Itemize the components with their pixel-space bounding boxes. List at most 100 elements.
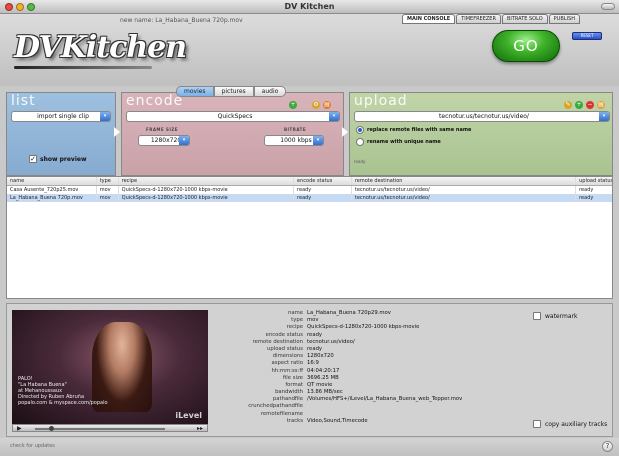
column-header-upload-status[interactable]: upload status: [576, 177, 612, 185]
go-button[interactable]: GO: [492, 30, 560, 62]
bitrate-value: 1000 kbps: [280, 137, 312, 144]
scrubber-handle[interactable]: [49, 426, 54, 431]
replace-files-radio[interactable]: [356, 126, 364, 134]
list-panel-title: list: [11, 93, 36, 109]
info-row: upload status ready: [237, 346, 537, 353]
scrubber-track[interactable]: [35, 428, 165, 430]
info-value: /Volumes/HFS+/iLevel/La_Habana_Buena_web…: [307, 396, 463, 403]
upload-destination-value: tecnotur.us/tecnotur.us/video/: [439, 113, 529, 120]
upload-panel-title: upload: [354, 93, 408, 109]
main-tabs: MAIN CONSOLE TIMEFREEZER BITRATE SOLO PU…: [402, 14, 580, 24]
info-row: type mov: [237, 317, 537, 324]
info-value: 04:04:20:17: [307, 367, 340, 374]
bitrate-select[interactable]: 1000 kbps ▾: [264, 135, 324, 146]
info-key: pathandfile: [272, 396, 303, 403]
bitrate-label: BITRATE: [284, 127, 307, 132]
status-bar: check for updates ?: [0, 438, 619, 456]
add-preset-icon[interactable]: +: [289, 101, 297, 109]
info-row: bandwidth 13.86 MB/sec: [237, 389, 537, 396]
info-row: pathandfile/Volumes/HFS+/iLevel/La_Haban…: [237, 396, 537, 403]
info-value: QT movie: [307, 381, 333, 388]
edit-destination-icon[interactable]: ✎: [564, 101, 572, 109]
preset-folder-icon[interactable]: ▤: [323, 101, 331, 109]
clip-table: name type recipe encode status remote de…: [6, 176, 613, 299]
logo-underline: [14, 66, 152, 69]
info-value: 3696.25 MB: [307, 374, 339, 381]
info-value: tecnotur.us/video/: [307, 338, 355, 345]
remove-destination-icon[interactable]: −: [586, 101, 594, 109]
tab-movies[interactable]: movies: [176, 86, 214, 97]
toolbar-toggle-button[interactable]: [601, 3, 615, 10]
chevron-down-icon: ▾: [100, 112, 110, 121]
play-icon[interactable]: ▶: [17, 425, 22, 432]
tab-timefreezer[interactable]: TIMEFREEZER: [456, 14, 501, 24]
upload-status-text: ready: [354, 159, 366, 164]
cell-remote-destination: tecnotur.us/tecnotur.us/video/: [352, 186, 577, 194]
info-value: 1280x720: [307, 353, 334, 360]
video-watermark: iLevel: [175, 411, 202, 420]
info-row: dimensions 1280x720: [237, 353, 537, 360]
table-row-selected[interactable]: La_Habana_Buena 720p.mov mov QuickSpecs-…: [7, 194, 612, 202]
column-header-remote-destination[interactable]: remote destination: [352, 177, 577, 185]
reset-button[interactable]: RESET: [572, 32, 602, 40]
table-row[interactable]: Casa Ausente_720p25.mov mov QuickSpecs-d…: [7, 186, 612, 194]
tab-pictures[interactable]: pictures: [213, 86, 254, 97]
video-controls: ▶ ▸▸: [12, 424, 208, 432]
chevron-down-icon: ▾: [329, 112, 339, 121]
show-preview-checkbox[interactable]: ✓: [29, 155, 37, 163]
cell-name: La_Habana_Buena 720p.mov: [7, 194, 97, 202]
video-caption: PALO! "La Habana Buena" at Mehanoussaux …: [18, 376, 108, 406]
frame-size-label: FRAME SIZE: [146, 127, 179, 132]
cell-upload-status: ready: [579, 195, 594, 201]
tab-audio[interactable]: audio: [253, 86, 287, 97]
chevron-down-icon: ▾: [599, 112, 609, 121]
tab-bitrate-solo[interactable]: BITRATE SOLO: [501, 14, 548, 24]
help-icon[interactable]: ?: [602, 441, 613, 452]
replace-files-label: replace remote files with same name: [367, 127, 472, 133]
destination-folder-icon[interactable]: ▤: [597, 101, 605, 109]
encode-panel: encode + ⚙ ▤ QuickSpecs ▾ FRAME SIZE 128…: [121, 92, 344, 176]
column-header-type[interactable]: type: [97, 177, 119, 185]
upload-panel: upload ✎ + − ▤ tecnotur.us/tecnotur.us/v…: [349, 92, 613, 176]
clip-info-list: name La_Habana_Buena 720p29.mov type mov rec…: [237, 310, 537, 425]
rename-unique-radio[interactable]: [356, 138, 364, 146]
cell-upload-status: ready: [579, 187, 594, 193]
info-key: remotefilename: [260, 410, 303, 417]
encode-preset-value: QuickSpecs: [217, 113, 253, 120]
column-header-recipe[interactable]: recipe: [119, 177, 295, 185]
info-row: name La_Habana_Buena 720p29.mov: [237, 310, 537, 317]
cell-type: mov: [97, 186, 119, 194]
copy-auxiliary-tracks-checkbox[interactable]: [533, 420, 541, 428]
video-preview[interactable]: PALO! "La Habana Buena" at Mehanoussaux …: [12, 310, 208, 424]
copy-auxiliary-tracks-label: copy auxiliary tracks: [545, 421, 608, 428]
cell-type: mov: [97, 194, 119, 202]
preset-settings-icon[interactable]: ⚙: [312, 101, 320, 109]
caption-line: popalo.com & myspace.com/popalo: [18, 400, 108, 406]
column-header-encode-status[interactable]: encode status: [294, 177, 352, 185]
info-key: hh:mm:ss:ff: [271, 367, 303, 374]
import-mode-select[interactable]: import single clip ▾: [11, 111, 111, 122]
info-key: remote destination: [252, 338, 303, 345]
tab-main-console[interactable]: MAIN CONSOLE: [402, 14, 456, 24]
list-panel: list import single clip ▾ ✓ show preview: [6, 92, 116, 176]
add-destination-icon[interactable]: +: [575, 101, 583, 109]
fast-forward-icon[interactable]: ▸▸: [197, 425, 203, 432]
info-value: ready: [307, 331, 323, 338]
column-header-name[interactable]: name: [7, 177, 97, 185]
tab-publish[interactable]: PUBLISH: [548, 14, 580, 24]
media-mode-tabs: movies pictures audio: [176, 86, 287, 97]
details-pane: PALO! "La Habana Buena" at Mehanoussaux …: [6, 303, 613, 437]
frame-size-select[interactable]: 1280x720 ▾: [138, 135, 190, 146]
info-value: QuickSpecs-d-1280x720-1000 kbps-movie: [307, 324, 420, 331]
app-header: new name: La_Habana_Buena 720p.mov DVKit…: [0, 14, 619, 86]
info-key: encode status: [265, 331, 303, 338]
encode-preset-select[interactable]: QuickSpecs ▾: [126, 111, 340, 122]
flow-arrow-icon: [114, 127, 120, 137]
info-value: La_Habana_Buena 720p29.mov: [307, 310, 391, 316]
cell-encode-status: ready: [294, 194, 352, 202]
watermark-checkbox[interactable]: [533, 312, 541, 320]
check-updates-link[interactable]: check for updates: [10, 443, 55, 449]
info-row: hh:mm:ss:ff 04:04:20:17: [237, 368, 537, 375]
upload-destination-select[interactable]: tecnotur.us/tecnotur.us/video/ ▾: [354, 111, 610, 122]
app-logo: DVKitchen: [14, 30, 187, 65]
